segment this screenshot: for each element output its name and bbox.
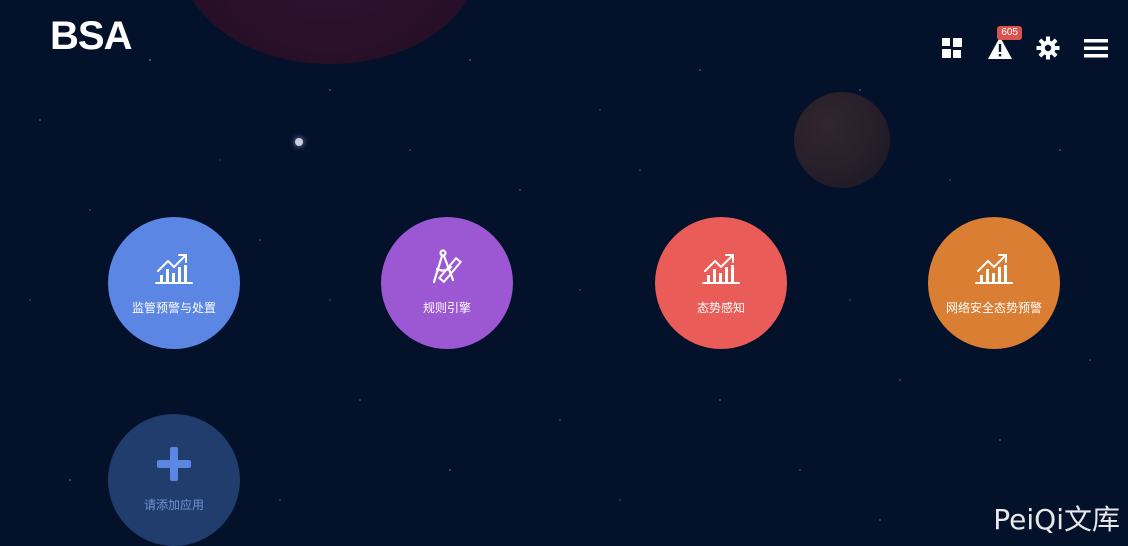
add-app-button[interactable]: 请添加应用: [108, 414, 240, 546]
grid-icon[interactable]: [928, 36, 976, 60]
app-situation-awareness[interactable]: 态势感知: [655, 217, 787, 349]
app-regulatory-alert[interactable]: 监管预警与处置: [108, 217, 240, 349]
alert-count-badge: 605: [997, 26, 1022, 40]
app-label: 态势感知: [696, 300, 745, 315]
chart-up-icon: [702, 253, 740, 284]
planet-decoration-brown: [794, 92, 890, 188]
app-label: 监管预警与处置: [131, 300, 216, 315]
planet-decoration-red: [180, 0, 480, 64]
compass-ruler-icon: [432, 248, 463, 283]
app-label: 网络安全态势预警: [945, 300, 1042, 315]
brand-logo[interactable]: BSA: [50, 14, 132, 59]
header-toolbar: 605: [928, 26, 1120, 60]
app-network-security-alert[interactable]: 网络安全态势预警: [928, 217, 1060, 349]
plus-icon: [157, 446, 191, 481]
moon-decoration: [295, 138, 303, 146]
app-label: 规则引擎: [422, 300, 471, 315]
watermark: PeiQi文库: [993, 503, 1120, 536]
chart-up-icon: [975, 253, 1013, 284]
add-app-label: 请添加应用: [143, 497, 204, 512]
chart-up-icon: [155, 253, 193, 284]
menu-icon[interactable]: [1072, 36, 1120, 60]
alert-icon[interactable]: 605: [976, 26, 1024, 60]
gear-icon[interactable]: [1024, 36, 1072, 60]
app-rule-engine[interactable]: 规则引擎: [381, 217, 513, 349]
